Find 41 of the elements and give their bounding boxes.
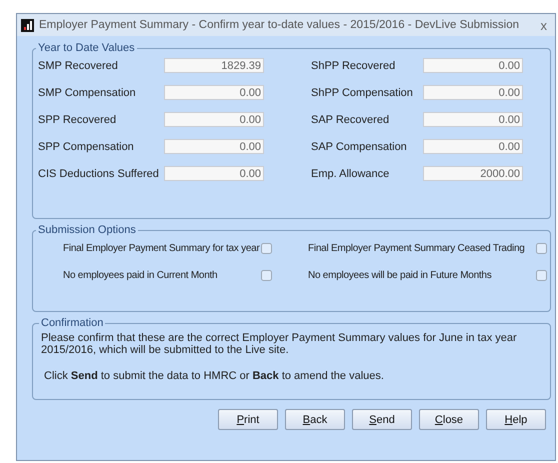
window-title: Employer Payment Summary - Confirm year to-date values - 2015/2016 - DevLive Submission bbox=[39, 19, 520, 31]
option-label: Final Employer Payment Summary for tax year bbox=[63, 242, 261, 255]
dialog-button[interactable]: Close bbox=[419, 409, 479, 430]
value-field[interactable]: 0.00 bbox=[164, 166, 264, 181]
window-close-button[interactable]: x bbox=[540, 18, 547, 32]
option-checkbox[interactable] bbox=[536, 270, 547, 281]
value-field[interactable]: 0.00 bbox=[423, 112, 523, 127]
field-label: SAP Compensation bbox=[311, 140, 408, 152]
option-checkbox[interactable] bbox=[536, 243, 547, 254]
dialog-button[interactable]: Back bbox=[285, 409, 345, 430]
dialog-button[interactable]: Print bbox=[218, 409, 278, 430]
group-title: Year to Date Values bbox=[37, 42, 136, 54]
option-label: Final Employer Payment Summary Ceased Trading bbox=[308, 242, 526, 255]
value-field[interactable]: 0.00 bbox=[164, 112, 264, 127]
group-title: Confirmation bbox=[40, 317, 104, 329]
field-label: Emp. Allowance bbox=[311, 168, 390, 180]
group-title: Submission Options bbox=[37, 224, 137, 236]
field-label: ShPP Recovered bbox=[311, 60, 396, 72]
field-label: SMP Recovered bbox=[38, 60, 119, 72]
value-field[interactable]: 0.00 bbox=[164, 85, 264, 100]
dialog-button[interactable]: Help bbox=[486, 409, 546, 430]
option-label: No employees paid in Current Month bbox=[63, 269, 218, 282]
option-checkbox[interactable] bbox=[261, 270, 272, 281]
value-field[interactable]: 0.00 bbox=[164, 139, 264, 154]
option-label: No employees will be paid in Future Months bbox=[308, 269, 492, 282]
value-field[interactable]: 2000.00 bbox=[423, 166, 523, 181]
bar-chart-icon bbox=[21, 18, 34, 32]
option-checkbox[interactable] bbox=[261, 243, 272, 254]
field-label: CIS Deductions Suffered bbox=[38, 168, 160, 180]
field-label: ShPP Compensation bbox=[311, 86, 414, 98]
confirmation-text: Please confirm that these are the correct Employer Payment Summary values for June in tax year 2015/2016, which will be submitted to the Live site. bbox=[41, 332, 517, 356]
value-field[interactable]: 1829.39 bbox=[164, 58, 264, 73]
field-label: SPP Recovered bbox=[38, 114, 118, 126]
value-field[interactable]: 0.00 bbox=[423, 139, 523, 154]
field-label: SPP Compensation bbox=[38, 140, 135, 152]
dialog-button[interactable]: Send bbox=[352, 409, 412, 430]
field-label: SAP Recovered bbox=[311, 114, 390, 126]
value-field[interactable]: 0.00 bbox=[423, 85, 523, 100]
confirmation-text: Click Send to submit the data to HMRC or Back to amend the values. bbox=[44, 370, 384, 382]
value-field[interactable]: 0.00 bbox=[423, 58, 523, 73]
field-label: SMP Compensation bbox=[38, 86, 137, 98]
